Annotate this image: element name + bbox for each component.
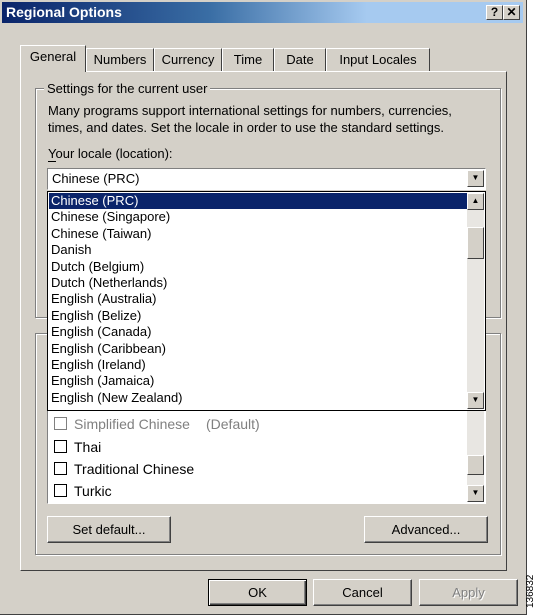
scroll-down-arrow-icon[interactable]: ▼: [467, 485, 484, 502]
locale-option[interactable]: English (Canada): [49, 324, 467, 340]
locale-option[interactable]: English (Jamaica): [49, 373, 467, 389]
locale-option[interactable]: English (Australia): [49, 291, 467, 307]
set-default-button[interactable]: Set default...: [47, 516, 171, 543]
language-label: Thai: [74, 439, 102, 455]
locale-option[interactable]: English (Ireland): [49, 357, 467, 373]
language-list[interactable]: Simplified Chinese (Default) Thai Tradit…: [47, 408, 486, 504]
language-label: Simplified Chinese: [74, 416, 190, 432]
scroll-up-arrow-icon[interactable]: ▲: [467, 193, 484, 210]
tab-numbers[interactable]: Numbers: [86, 48, 154, 71]
window-title: Regional Options: [6, 4, 122, 20]
description-line-2: times, and dates. Set the locale in orde…: [48, 120, 445, 135]
locale-option[interactable]: English (Caribbean): [49, 341, 467, 357]
locale-label-accelerator: [48, 161, 56, 162]
locale-option[interactable]: Chinese (PRC): [49, 193, 467, 210]
scroll-down-arrow-icon[interactable]: ▼: [467, 392, 484, 409]
language-list-scrollbar[interactable]: ▼: [467, 410, 484, 502]
checkbox-traditional-chinese[interactable]: [54, 462, 67, 475]
checkbox-thai[interactable]: [54, 440, 67, 453]
tab-general[interactable]: General: [20, 45, 86, 72]
locale-dropdown-scroll-thumb[interactable]: [467, 227, 484, 259]
chevron-down-icon[interactable]: ▼: [467, 170, 484, 187]
locale-option[interactable]: Chinese (Singapore): [49, 209, 467, 225]
apply-button[interactable]: Apply: [419, 579, 518, 606]
advanced-button[interactable]: Advanced...: [364, 516, 488, 543]
language-list-scroll-thumb[interactable]: [467, 455, 484, 475]
locale-option[interactable]: English (Belize): [49, 308, 467, 324]
tab-input-locales[interactable]: Input Locales: [326, 48, 430, 71]
close-button[interactable]: ✕: [503, 5, 520, 20]
language-label: Traditional Chinese: [74, 461, 195, 477]
locale-label: Your locale (location):: [48, 146, 173, 161]
regional-options-dialog: Regional Options ? ✕ General Numbers Cur…: [0, 0, 527, 615]
ok-button[interactable]: OK: [208, 579, 307, 606]
tab-date[interactable]: Date: [274, 48, 326, 71]
checkbox-turkic[interactable]: [54, 484, 67, 497]
description-line-1: Many programs support international sett…: [48, 103, 452, 118]
locale-option[interactable]: English (New Zealand): [49, 390, 467, 406]
settings-group-label: Settings for the current user: [44, 81, 211, 96]
locale-combobox-value: Chinese (PRC): [52, 171, 140, 186]
language-label: Turkic: [74, 483, 112, 499]
checkbox-simplified-chinese[interactable]: [54, 417, 67, 430]
locale-dropdown-list[interactable]: Chinese (PRC) Chinese (Singapore) Chinese …: [47, 191, 486, 411]
tab-time[interactable]: Time: [222, 48, 274, 71]
cancel-button[interactable]: Cancel: [313, 579, 412, 606]
locale-option[interactable]: Chinese (Taiwan): [49, 226, 467, 242]
default-suffix: (Default): [206, 416, 260, 432]
locale-combobox[interactable]: Chinese (PRC) ▼: [47, 168, 486, 190]
title-bar[interactable]: Regional Options ? ✕: [2, 2, 523, 23]
tab-currency[interactable]: Currency: [154, 48, 222, 71]
locale-option[interactable]: Dutch (Belgium): [49, 259, 467, 275]
locale-dropdown-scrollbar[interactable]: ▲ ▼: [467, 193, 484, 409]
help-button[interactable]: ?: [486, 5, 503, 20]
locale-option[interactable]: Danish: [49, 242, 467, 258]
locale-option[interactable]: Dutch (Netherlands): [49, 275, 467, 291]
figure-id: 136832: [525, 574, 536, 608]
